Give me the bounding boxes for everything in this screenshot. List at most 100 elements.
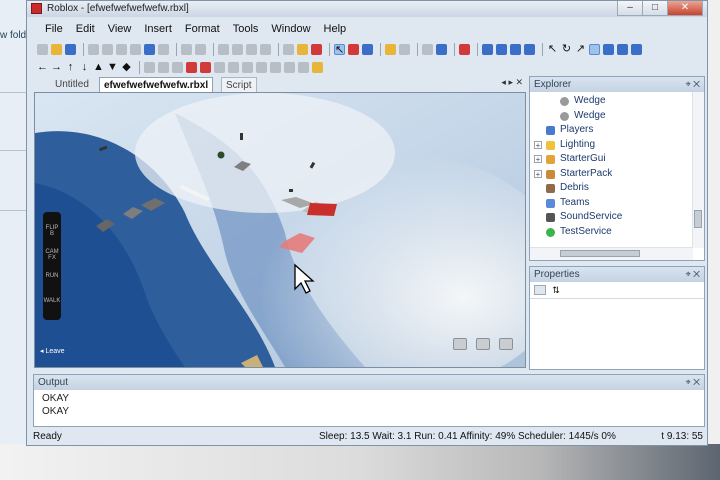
join-icon[interactable] xyxy=(603,43,614,55)
menu-tools[interactable]: Tools xyxy=(233,23,259,35)
ungroup-icon[interactable] xyxy=(195,43,206,55)
select-tool-icon[interactable]: ↖ xyxy=(334,43,345,55)
rotate-left-icon[interactable] xyxy=(218,43,229,55)
paste-icon[interactable] xyxy=(116,43,127,55)
explorer-item-startergui[interactable]: + StarterGui xyxy=(530,152,704,167)
menu-edit[interactable]: Edit xyxy=(76,23,95,35)
menu-file[interactable]: File xyxy=(45,23,63,35)
menu-help[interactable]: Help xyxy=(324,23,347,35)
part-icon[interactable] xyxy=(144,61,155,73)
tab-navigation[interactable]: ◂ ▸ ✕ xyxy=(501,77,523,88)
brick-part[interactable] xyxy=(289,189,293,192)
explorer-item-wedge[interactable]: Wedge xyxy=(530,94,704,109)
lock-icon[interactable] xyxy=(385,43,396,55)
arrow-up-icon[interactable]: ↑ xyxy=(65,61,76,73)
script-icon[interactable] xyxy=(298,61,309,73)
arrow-down-icon[interactable]: ↓ xyxy=(79,61,90,73)
spawn-icon[interactable] xyxy=(214,61,225,73)
undo-icon[interactable] xyxy=(144,43,155,55)
menu-insert[interactable]: Insert xyxy=(144,23,172,35)
menu-window[interactable]: Window xyxy=(271,23,310,35)
explorer-item-teams[interactable]: Teams xyxy=(530,196,704,211)
tab-script[interactable]: Script xyxy=(221,77,257,92)
open-folder-icon[interactable] xyxy=(51,43,62,55)
zoom-icon[interactable]: ◆ xyxy=(121,61,132,73)
surface-icon[interactable] xyxy=(459,43,470,55)
weld-icon[interactable] xyxy=(617,43,628,55)
arrow-right-icon[interactable]: → xyxy=(51,61,62,73)
help-icon[interactable] xyxy=(453,338,467,350)
viewport-scene[interactable] xyxy=(35,93,525,367)
insert-model-icon[interactable] xyxy=(200,61,211,73)
terrain-icon[interactable] xyxy=(186,61,197,73)
sort-alphabetical-icon[interactable]: ⇅ xyxy=(550,285,562,295)
scroll-thumb[interactable] xyxy=(694,210,702,228)
play-icon[interactable] xyxy=(283,43,294,55)
menu-format[interactable]: Format xyxy=(185,23,220,35)
tilt-down-icon[interactable]: ▼ xyxy=(107,61,118,73)
maximize-button[interactable]: □ xyxy=(642,1,668,16)
hud-run-button[interactable]: RUN xyxy=(43,273,61,279)
explorer-vertical-scrollbar[interactable] xyxy=(692,92,704,248)
hud-cam-button[interactable]: CAM FX xyxy=(43,249,61,261)
panel-buttons[interactable]: ⌖ ✕ xyxy=(686,375,700,390)
hud-walk-button[interactable]: WALK xyxy=(43,298,61,304)
explorer-item-players[interactable]: Players xyxy=(530,123,704,138)
explorer-item-testservice[interactable]: TestService xyxy=(530,225,704,240)
material-icon[interactable] xyxy=(436,43,447,55)
stamper-icon[interactable] xyxy=(270,61,281,73)
window-2-icon[interactable] xyxy=(496,43,507,55)
plugin-icon[interactable] xyxy=(312,61,323,73)
explorer-horizontal-scrollbar[interactable] xyxy=(530,247,693,260)
scale-tool-icon[interactable] xyxy=(362,43,373,55)
record-icon[interactable] xyxy=(499,338,513,350)
save-icon[interactable] xyxy=(65,43,76,55)
close-button[interactable]: ✕ xyxy=(667,1,703,16)
leave-button[interactable]: ◂ Leave xyxy=(40,347,65,355)
brick-part[interactable] xyxy=(217,151,225,159)
expand-icon[interactable]: + xyxy=(534,155,542,164)
tilt-down-icon[interactable] xyxy=(260,43,271,55)
tilt-up-icon[interactable] xyxy=(246,43,257,55)
cut-icon[interactable] xyxy=(88,43,99,55)
rotate-right-icon[interactable] xyxy=(232,43,243,55)
move-tool-icon[interactable] xyxy=(348,43,359,55)
arrow-left-icon[interactable]: ← xyxy=(37,61,48,73)
hud-flip-button[interactable]: FLIP B xyxy=(43,225,61,237)
scroll-thumb[interactable] xyxy=(560,250,640,257)
anchor-icon[interactable] xyxy=(399,43,410,55)
title-bar[interactable]: Roblox - [efwefwefwefwefw.rbxl] – □ ✕ xyxy=(27,1,707,17)
explorer-item-debris[interactable]: Debris xyxy=(530,181,704,196)
brick-part[interactable] xyxy=(240,133,243,140)
delete-icon[interactable] xyxy=(130,43,141,55)
panel-buttons[interactable]: ⌖ ✕ xyxy=(686,267,700,282)
properties-grid[interactable] xyxy=(530,298,704,369)
pause-icon[interactable] xyxy=(297,43,308,55)
explorer-item-wedge[interactable]: Wedge xyxy=(530,109,704,124)
brick-part-red[interactable] xyxy=(307,203,337,216)
screenshot-icon[interactable] xyxy=(476,338,490,350)
explorer-item-soundservice[interactable]: SoundService xyxy=(530,210,704,225)
minimize-button[interactable]: – xyxy=(617,1,643,16)
group-icon[interactable] xyxy=(181,43,192,55)
drag-tool-icon[interactable]: ↖ xyxy=(547,43,558,55)
wrench-icon[interactable] xyxy=(256,61,267,73)
team-icon[interactable] xyxy=(284,61,295,73)
tab-untitled[interactable]: Untitled xyxy=(51,77,93,92)
reset-icon[interactable] xyxy=(311,43,322,55)
tilt-up-icon[interactable]: ▲ xyxy=(93,61,104,73)
resize-tool-icon[interactable]: ↗ xyxy=(575,43,586,55)
panel-buttons[interactable]: ⌖ ✕ xyxy=(686,77,700,92)
menu-view[interactable]: View xyxy=(108,23,132,35)
window-3-icon[interactable] xyxy=(510,43,521,55)
window-4-icon[interactable] xyxy=(524,43,535,55)
motor-icon[interactable] xyxy=(631,43,642,55)
window-1-icon[interactable] xyxy=(482,43,493,55)
gear-icon[interactable] xyxy=(242,61,253,73)
light-icon[interactable] xyxy=(228,61,239,73)
explorer-item-starterpack[interactable]: + StarterPack xyxy=(530,167,704,182)
rotate-tool-icon[interactable]: ↻ xyxy=(561,43,572,55)
new-file-icon[interactable] xyxy=(37,43,48,55)
cylinder-icon[interactable] xyxy=(172,61,183,73)
copy-icon[interactable] xyxy=(102,43,113,55)
